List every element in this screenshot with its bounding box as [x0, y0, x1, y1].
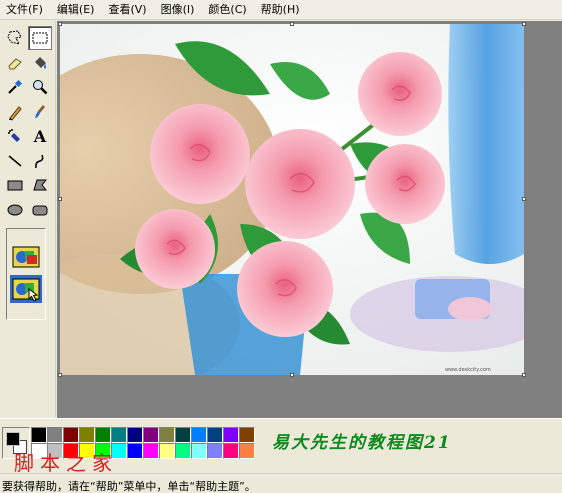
color-swatch[interactable]: [239, 443, 255, 459]
rect-select-icon: [32, 32, 48, 44]
option-transparent-selection[interactable]: [10, 275, 42, 303]
menu-file[interactable]: 文件(F): [0, 0, 49, 20]
tool-line[interactable]: [3, 149, 27, 173]
color-swatch[interactable]: [111, 427, 127, 443]
color-swatch[interactable]: [143, 443, 159, 459]
color-swatch[interactable]: [159, 443, 175, 459]
tool-rectangle[interactable]: [3, 173, 27, 197]
tools-grid: A: [3, 26, 53, 222]
menu-help[interactable]: 帮助(H): [255, 0, 306, 20]
brand-text: 易大先生的教程图21: [272, 433, 452, 453]
color-swatch[interactable]: [191, 427, 207, 443]
ellipse-icon: [7, 204, 23, 215]
resize-handle[interactable]: [58, 22, 62, 26]
menu-image[interactable]: 图像(I): [155, 0, 201, 20]
tool-airbrush[interactable]: [3, 124, 27, 148]
color-swatch[interactable]: [223, 443, 239, 459]
pencil-icon: [9, 105, 22, 121]
tool-pick-color[interactable]: [3, 75, 27, 99]
magnifier-icon: [33, 80, 48, 95]
color-picker-icon: [8, 79, 23, 94]
tool-curve[interactable]: [28, 149, 52, 173]
transparent-selection-icon: [12, 278, 40, 301]
status-text: 要获得帮助，请在“帮助”菜单中，单击“帮助主题”。: [2, 480, 256, 493]
tool-fill[interactable]: [28, 51, 52, 75]
roses-photo-icon: www.deskcity.com: [60, 24, 524, 375]
curve-icon: [35, 154, 44, 168]
tool-brush[interactable]: [28, 100, 52, 124]
fill-bucket-icon: [35, 56, 46, 69]
rectangle-icon: [7, 180, 23, 191]
color-swatch[interactable]: [159, 427, 175, 443]
menu-edit[interactable]: 编辑(E): [51, 0, 101, 20]
tool-polygon[interactable]: [28, 173, 52, 197]
color-swatch[interactable]: [47, 427, 63, 443]
color-swatch[interactable]: [223, 427, 239, 443]
color-swatch[interactable]: [175, 443, 191, 459]
line-icon: [8, 154, 22, 167]
brush-icon: [35, 104, 45, 118]
menu-bar: 文件(F) 编辑(E) 查看(V) 图像(I) 颜色(C) 帮助(H): [0, 0, 562, 20]
tool-box: A: [0, 21, 56, 418]
color-swatch[interactable]: [207, 443, 223, 459]
option-opaque-selection[interactable]: [10, 243, 42, 271]
drawing-canvas[interactable]: www.deskcity.com: [60, 24, 524, 375]
rounded-rectangle-icon: [32, 205, 48, 215]
tool-eraser[interactable]: [3, 51, 27, 75]
tool-ellipse[interactable]: [3, 198, 27, 222]
color-palette-bar: 易大先生的教程图21 脚本之家: [0, 418, 562, 475]
eraser-icon: [8, 57, 22, 69]
resize-handle[interactable]: [58, 197, 62, 201]
resize-handle[interactable]: [522, 373, 526, 377]
tool-text[interactable]: A: [28, 124, 52, 148]
status-bar: 要获得帮助，请在“帮助”菜单中，单击“帮助主题”。: [0, 473, 562, 493]
polygon-icon: [33, 179, 48, 191]
color-swatch[interactable]: [239, 427, 255, 443]
resize-handle[interactable]: [290, 373, 294, 377]
color-swatch[interactable]: [191, 443, 207, 459]
resize-handle[interactable]: [58, 373, 62, 377]
resize-handle[interactable]: [522, 22, 526, 26]
menu-view[interactable]: 查看(V): [102, 0, 152, 20]
work-area[interactable]: www.deskcity.com: [57, 21, 562, 418]
text-icon: A: [33, 126, 47, 146]
tool-select[interactable]: [28, 26, 52, 50]
tool-magnifier[interactable]: [28, 75, 52, 99]
airbrush-icon: [8, 129, 20, 142]
menu-colors[interactable]: 颜色(C): [202, 0, 252, 20]
resize-handle[interactable]: [522, 197, 526, 201]
color-swatch[interactable]: [143, 427, 159, 443]
resize-handle[interactable]: [290, 22, 294, 26]
color-swatch[interactable]: [127, 443, 143, 459]
tool-rounded-rectangle[interactable]: [28, 198, 52, 222]
color-swatch[interactable]: [79, 427, 95, 443]
tool-free-form-select[interactable]: [3, 26, 27, 50]
photo-caption: www.deskcity.com: [445, 367, 491, 373]
color-swatch[interactable]: [31, 427, 47, 443]
opaque-selection-icon: [12, 246, 40, 268]
color-swatch[interactable]: [207, 427, 223, 443]
tool-pencil[interactable]: [3, 100, 27, 124]
color-swatch[interactable]: [175, 427, 191, 443]
color-swatch[interactable]: [127, 427, 143, 443]
color-swatch[interactable]: [63, 427, 79, 443]
watermark-text: 脚本之家: [14, 451, 118, 475]
free-form-select-icon: [7, 30, 22, 45]
foreground-color: [6, 432, 20, 446]
tool-options: [6, 228, 46, 320]
color-swatch[interactable]: [95, 427, 111, 443]
